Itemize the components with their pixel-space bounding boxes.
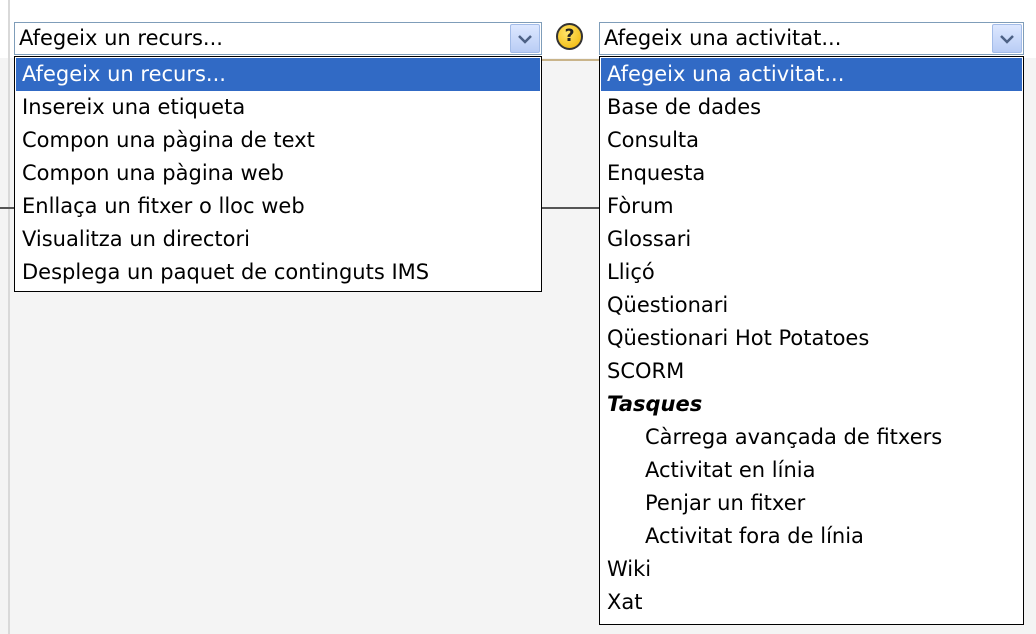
left-divider xyxy=(8,0,10,634)
resource-option[interactable]: Compon una pàgina de text xyxy=(16,124,540,157)
resource-option[interactable]: Enllaça un fitxer o lloc web xyxy=(16,190,540,223)
activity-option[interactable]: Qüestionari Hot Potatoes xyxy=(601,322,1022,355)
resource-option[interactable]: Compon una pàgina web xyxy=(16,157,540,190)
resource-option[interactable]: Afegeix un recurs... xyxy=(16,58,540,91)
activity-option[interactable]: Base de dades xyxy=(601,91,1022,124)
activity-option[interactable]: Xat xyxy=(601,586,1022,619)
activity-option[interactable]: Lliçó xyxy=(601,256,1022,289)
activity-option[interactable]: Fòrum xyxy=(601,190,1022,223)
add-resource-select-value: Afegeix un recurs... xyxy=(19,26,223,50)
activity-option[interactable]: Consulta xyxy=(601,124,1022,157)
activity-option[interactable]: Wiki xyxy=(601,553,1022,586)
resource-option[interactable]: Desplega un paquet de continguts IMS xyxy=(16,256,540,289)
add-activity-select-value: Afegeix una activitat... xyxy=(604,26,842,50)
resource-option[interactable]: Visualitza un directori xyxy=(16,223,540,256)
help-icon[interactable]: ? xyxy=(556,23,583,50)
add-activity-select[interactable]: Afegeix una activitat... xyxy=(599,22,1024,55)
add-resource-select[interactable]: Afegeix un recurs... xyxy=(14,22,542,55)
activity-option[interactable]: Penjar un fitxer xyxy=(601,487,1022,520)
resource-option[interactable]: Insereix una etiqueta xyxy=(16,91,540,124)
activity-option[interactable]: Activitat fora de línia xyxy=(601,520,1022,553)
activity-option[interactable]: Càrrega avançada de fitxers xyxy=(601,421,1022,454)
activity-option[interactable]: Activitat en línia xyxy=(601,454,1022,487)
chevron-down-icon[interactable] xyxy=(992,24,1022,53)
activity-option[interactable]: Enquesta xyxy=(601,157,1022,190)
activity-option[interactable]: SCORM xyxy=(601,355,1022,388)
add-resource-dropdown-list: Afegeix un recurs... Insereix una etiquet… xyxy=(14,56,542,292)
activity-option-group: Tasques xyxy=(607,392,703,416)
activity-option[interactable]: Glossari xyxy=(601,223,1022,256)
add-activity-dropdown-list: Afegeix una activitat... Base de dades Con… xyxy=(599,56,1024,625)
activity-option[interactable]: Qüestionari xyxy=(601,289,1022,322)
chevron-down-icon[interactable] xyxy=(510,24,540,53)
activity-option[interactable]: Afegeix una activitat... xyxy=(601,58,1022,91)
